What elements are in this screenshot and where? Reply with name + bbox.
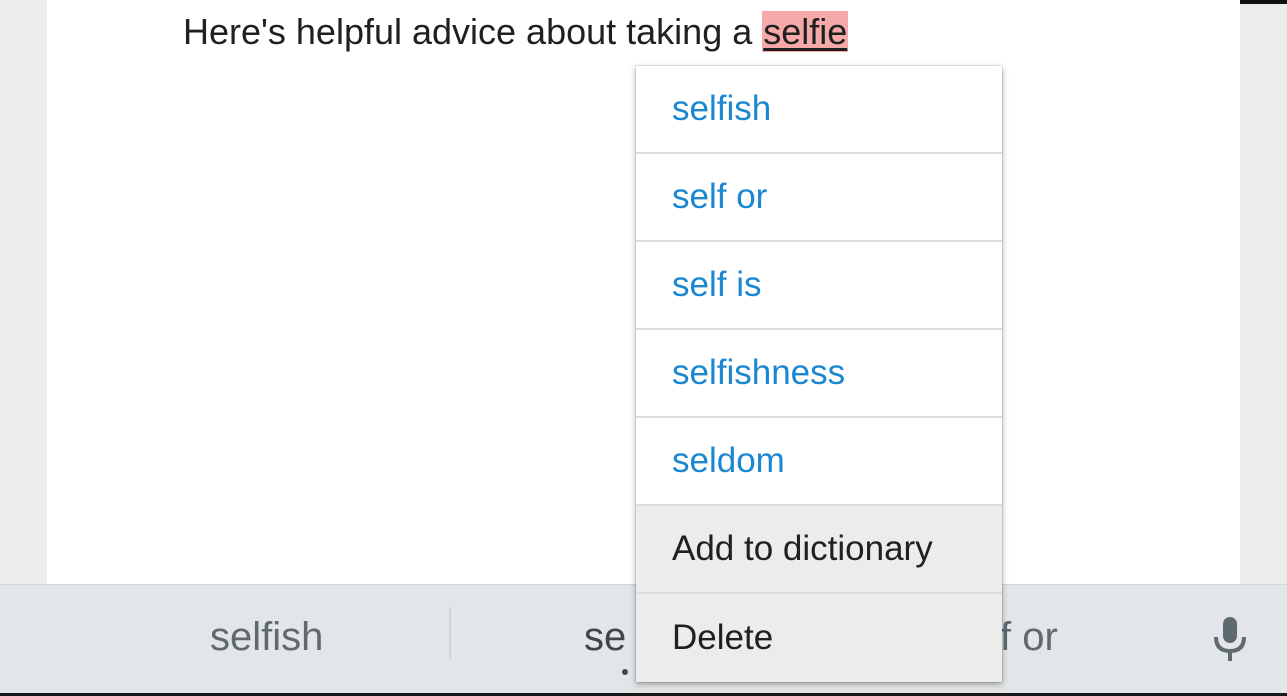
misspelled-word[interactable]: selfie <box>762 11 849 52</box>
suggestion-label: selfish <box>672 89 772 128</box>
suggestion-label: selfishness <box>672 353 846 392</box>
suggestion-selfishness[interactable]: selfishness <box>636 330 1002 418</box>
suggestion-label: self or <box>672 177 768 216</box>
add-to-dictionary-label: Add to dictionary <box>672 529 933 568</box>
delete-button[interactable]: Delete <box>636 594 1002 682</box>
add-to-dictionary-button[interactable]: Add to dictionary <box>636 506 1002 594</box>
suggestion-selfish[interactable]: selfish <box>636 66 1002 154</box>
suggestion-label: self is <box>672 265 762 304</box>
strip-divider <box>449 607 451 659</box>
document-text: Here's helpful advice about taking a <box>183 11 763 52</box>
strip-suggestion-center[interactable]: se <box>584 613 626 661</box>
spellcheck-context-menu: selfish self or self is selfishness seld… <box>636 66 1002 682</box>
strip-suggestion-right[interactable]: f or <box>1000 613 1058 661</box>
suggestion-self-is[interactable]: self is <box>636 242 1002 330</box>
suggestion-label: seldom <box>672 441 785 480</box>
document-text-line[interactable]: Here's helpful advice about taking a sel… <box>183 10 849 54</box>
delete-label: Delete <box>672 618 774 657</box>
suggestion-indicator-dot <box>622 669 628 675</box>
suggestion-seldom[interactable]: seldom <box>636 418 1002 506</box>
suggestion-self-or[interactable]: self or <box>636 154 1002 242</box>
microphone-icon[interactable] <box>1208 615 1252 667</box>
strip-suggestion-left[interactable]: selfish <box>210 613 323 661</box>
